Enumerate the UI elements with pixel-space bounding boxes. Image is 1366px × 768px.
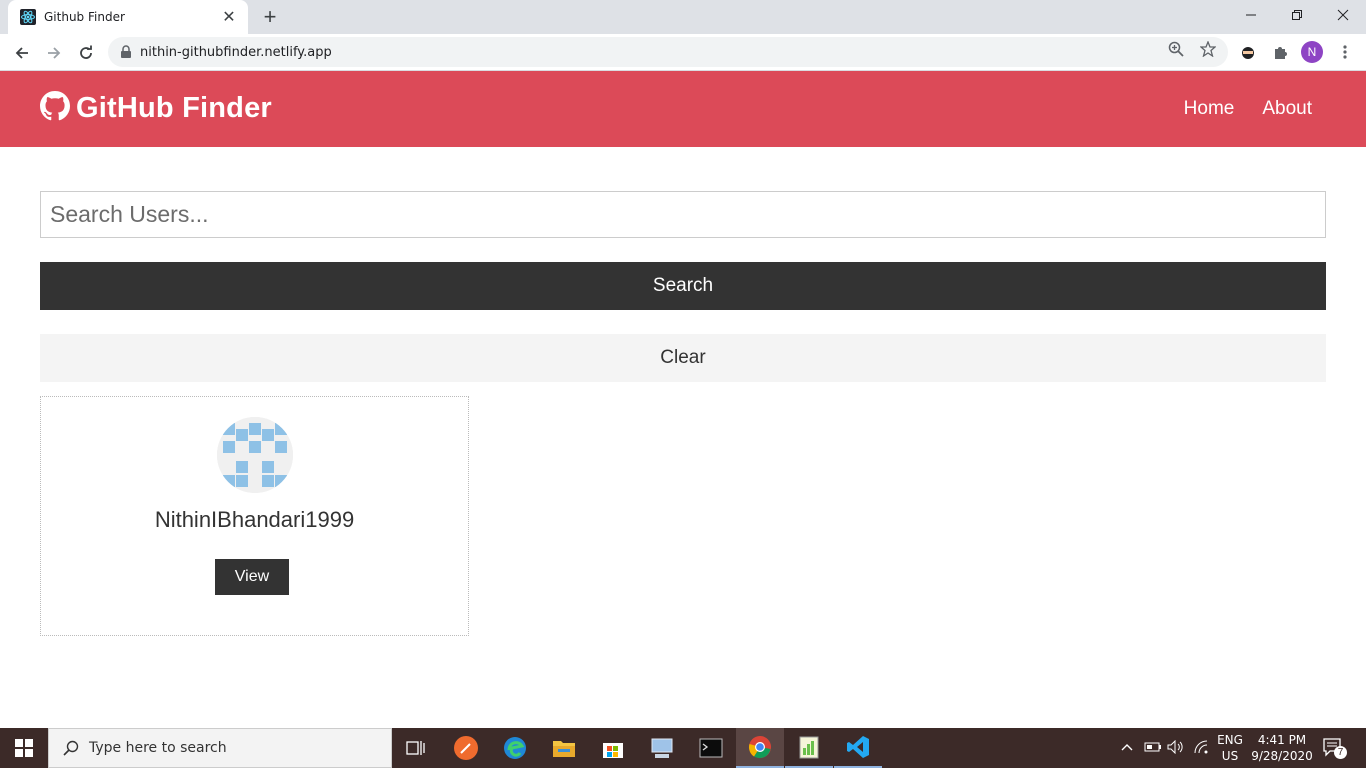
vscode-icon <box>847 736 869 758</box>
notepad-chart-icon <box>799 736 819 759</box>
navbar: GitHub Finder Home About <box>0 71 1366 147</box>
close-icon <box>1337 9 1349 21</box>
brand[interactable]: GitHub Finder <box>40 91 272 126</box>
profile-avatar[interactable]: N <box>1301 41 1323 63</box>
url-text: nithin-githubfinder.netlify.app <box>140 44 332 60</box>
clock-time: 4:41 PM <box>1257 733 1307 747</box>
arrow-right-icon <box>48 47 61 59</box>
view-user-button[interactable]: View <box>215 559 289 595</box>
volume-icon[interactable] <box>1167 739 1185 759</box>
bookmark-star-icon[interactable] <box>1199 40 1217 58</box>
browser-toolbar: nithin-githubfinder.netlify.app N <box>0 34 1366 71</box>
nav-links: Home About <box>1184 98 1312 120</box>
store-bag-icon <box>603 743 623 758</box>
taskbar-app-file-explorer[interactable] <box>540 728 588 768</box>
nav-link-home[interactable]: Home <box>1184 98 1235 120</box>
browser-tab[interactable]: Github Finder ✕ <box>8 0 248 34</box>
new-tab-button[interactable]: + <box>258 4 282 30</box>
battery-icon[interactable] <box>1144 740 1162 759</box>
terminal-icon <box>699 738 723 758</box>
tab-close-icon[interactable]: ✕ <box>220 7 238 27</box>
extensions-puzzle-icon[interactable] <box>1269 41 1291 63</box>
brand-title: GitHub Finder <box>76 92 272 124</box>
task-view-button[interactable] <box>392 728 440 768</box>
extension-ninja-icon[interactable] <box>1237 41 1259 63</box>
github-icon <box>40 91 70 126</box>
taskbar-app-store[interactable] <box>589 728 637 768</box>
react-favicon-icon <box>20 9 36 25</box>
nav-link-about[interactable]: About <box>1262 98 1312 120</box>
clock-date: 9/28/2020 <box>1251 749 1313 763</box>
keyboard-region: US <box>1221 749 1239 763</box>
windows-logo-icon <box>15 739 33 757</box>
wifi-icon[interactable] <box>1194 740 1210 759</box>
close-window-button[interactable] <box>1320 0 1366 30</box>
taskbar-app-postman[interactable] <box>442 728 490 768</box>
language-indicator[interactable]: ENG US <box>1212 732 1248 764</box>
taskbar: Type here to search ENG US 4:41 PM 9/28/… <box>0 728 1366 768</box>
zoom-icon[interactable] <box>1168 41 1184 57</box>
taskbar-app-chrome[interactable] <box>736 728 784 768</box>
chrome-icon <box>748 736 771 759</box>
forward-button[interactable] <box>40 39 68 67</box>
taskbar-app-notepad[interactable] <box>785 728 833 768</box>
search-users-input[interactable] <box>40 191 1326 238</box>
action-center-button[interactable]: 7 <box>1322 736 1347 760</box>
restore-icon <box>1292 10 1302 20</box>
folder-icon <box>553 741 575 757</box>
browser-tabstrip: Github Finder ✕ + <box>0 0 1366 34</box>
search-button[interactable]: Search <box>40 262 1326 310</box>
restore-button[interactable] <box>1274 0 1320 30</box>
user-card: NithinIBhandari1999 View <box>40 396 469 636</box>
tray-chevron-up-icon[interactable] <box>1120 740 1134 759</box>
clock[interactable]: 4:41 PM 9/28/2020 <box>1250 732 1314 764</box>
arrow-left-icon <box>15 47 28 59</box>
edge-icon <box>504 737 526 759</box>
more-menu-icon[interactable] <box>1334 41 1356 63</box>
postman-icon <box>454 736 478 760</box>
language-code: ENG <box>1217 733 1243 747</box>
tab-title: Github Finder <box>44 10 125 24</box>
search-icon <box>63 740 79 756</box>
reload-icon <box>80 45 92 59</box>
notification-count-badge: 7 <box>1334 746 1347 759</box>
reload-button[interactable] <box>72 39 100 67</box>
network-computer-icon <box>651 738 673 758</box>
clear-button[interactable]: Clear <box>40 334 1326 382</box>
address-bar[interactable]: nithin-githubfinder.netlify.app <box>108 37 1228 67</box>
taskbar-app-terminal[interactable] <box>687 728 735 768</box>
taskbar-search-box[interactable]: Type here to search <box>48 728 392 768</box>
minimize-icon <box>1246 14 1256 16</box>
task-view-icon <box>406 741 425 755</box>
taskbar-app-vscode[interactable] <box>834 728 882 768</box>
minimize-button[interactable] <box>1228 0 1274 30</box>
taskbar-app-network[interactable] <box>638 728 686 768</box>
lock-icon <box>121 45 131 58</box>
taskbar-search-placeholder: Type here to search <box>89 740 227 756</box>
user-avatar <box>217 417 293 493</box>
back-button[interactable] <box>8 39 36 67</box>
taskbar-app-edge[interactable] <box>491 728 539 768</box>
user-login: NithinIBhandari1999 <box>154 507 355 532</box>
start-button[interactable] <box>0 728 48 768</box>
